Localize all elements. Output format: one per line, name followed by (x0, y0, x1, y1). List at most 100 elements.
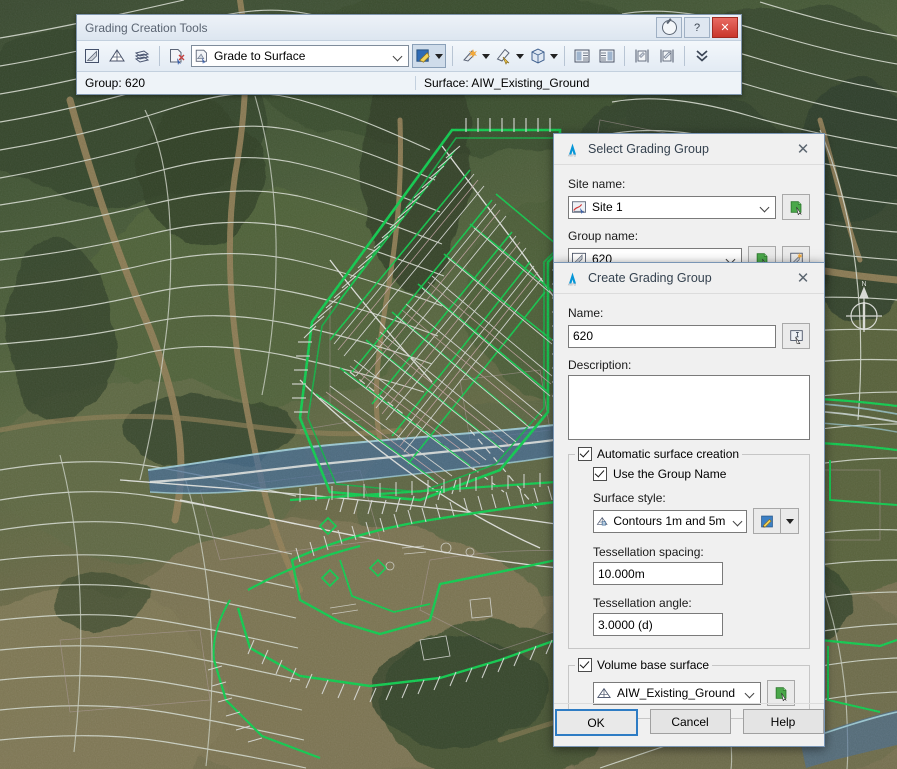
select-grading-group-dialog[interactable]: AUTO Select Grading Group ✕ Site name: S… (553, 133, 825, 283)
site-name-label: Site name: (568, 177, 626, 191)
svg-text:AUTO: AUTO (568, 154, 577, 157)
create-dialog-title-bar[interactable]: AUTO Create Grading Group ✕ (554, 263, 824, 294)
site-icon (572, 201, 586, 214)
delete-grading-icon[interactable] (656, 45, 678, 67)
create-grading-dropdown-arrow[interactable] (433, 45, 445, 67)
expand-icon[interactable] (691, 45, 713, 67)
automatic-surface-creation-group: Automatic surface creation Use the Group… (568, 447, 810, 649)
grading-creation-tools-toolbar[interactable]: Grading Creation Tools ? ✕ Grade to Surf… (76, 14, 742, 95)
toolbar-separator (624, 46, 625, 66)
volume-base-surface-label: Volume base surface (597, 658, 710, 672)
grading-volume-split[interactable] (527, 45, 558, 67)
toolbar-title: Grading Creation Tools (85, 20, 208, 35)
help-icon[interactable]: ? (684, 17, 710, 38)
description-label: Description: (568, 358, 632, 372)
select-grading-icon[interactable] (166, 45, 188, 67)
toolbar-separator (564, 46, 565, 66)
close-icon[interactable]: ✕ (788, 137, 818, 161)
pick-site-icon[interactable] (782, 194, 810, 220)
chevron-down-icon[interactable] (746, 689, 755, 698)
toolbar-separator (159, 46, 160, 66)
site-name-combo[interactable]: Site 1 (568, 195, 776, 219)
toolbar-window-buttons[interactable]: ? ✕ (656, 17, 738, 38)
chevron-down-icon[interactable] (761, 203, 770, 212)
group-name-label: Group name: (568, 229, 639, 243)
close-icon[interactable]: ✕ (712, 17, 738, 38)
name-label: Name: (568, 306, 604, 320)
triangle-down-icon[interactable] (516, 53, 524, 59)
grading-editor-icon[interactable] (527, 45, 549, 67)
create-grading-split-button[interactable] (412, 44, 446, 68)
close-icon[interactable]: ✕ (788, 266, 818, 290)
description-input[interactable] (568, 375, 810, 440)
surface-icon (597, 687, 611, 698)
site-name-row: Site 1 (568, 194, 810, 220)
dialog-divider (554, 703, 824, 704)
triangle-down-icon[interactable] (550, 53, 558, 59)
volume-base-surface-checkbox[interactable] (578, 658, 592, 672)
grading-volume-tools-icon[interactable] (571, 45, 593, 67)
edit-grading-icon[interactable] (631, 45, 653, 67)
edit-style-icon[interactable] (753, 508, 780, 534)
use-group-name-row[interactable]: Use the Group Name (593, 467, 799, 481)
select-surface-icon[interactable] (106, 45, 128, 67)
edit-style-dropdown-arrow[interactable] (780, 508, 799, 534)
name-row: 620 (568, 323, 810, 349)
select-dialog-title-bar[interactable]: AUTO Select Grading Group ✕ (554, 134, 824, 165)
roll-up-icon[interactable] (656, 17, 682, 38)
set-grading-group-icon[interactable] (81, 45, 103, 67)
svg-text:AUTO: AUTO (568, 283, 577, 286)
chevron-down-icon[interactable] (734, 517, 741, 526)
automatic-surface-creation-legend[interactable]: Automatic surface creation (575, 447, 743, 461)
chevron-down-icon[interactable] (394, 52, 403, 61)
volume-base-surface-legend[interactable]: Volume base surface (575, 658, 713, 672)
create-transition-split[interactable] (459, 45, 490, 67)
tessellation-spacing-label: Tessellation spacing: (593, 545, 704, 559)
surface-style-block: Surface style: Contours 1m and 5m (Desig (593, 491, 799, 636)
triangle-down-icon (785, 518, 794, 524)
toolbar-title-bar[interactable]: Grading Creation Tools ? ✕ (77, 15, 741, 40)
surface-style-icon (596, 516, 608, 526)
surface-style-value: Contours 1m and 5m (Desig (613, 514, 729, 528)
site-name-value: Site 1 (592, 200, 623, 214)
cancel-button[interactable]: Cancel (649, 709, 731, 734)
tessellation-angle-label: Tessellation angle: (593, 596, 692, 610)
create-infill-split[interactable] (493, 45, 524, 67)
autodesk-logo-icon: AUTO (563, 270, 581, 287)
volume-surface-value: AIW_Existing_Ground (617, 686, 736, 700)
status-surface: Surface: AIW_Existing_Ground (415, 76, 741, 90)
status-group: Group: 620 (85, 76, 146, 90)
create-grading-group-dialog[interactable]: AUTO Create Grading Group ✕ Name: 620 De… (553, 262, 825, 747)
create-infill-icon[interactable] (493, 45, 515, 67)
name-input[interactable]: 620 (568, 324, 776, 348)
automatic-surface-creation-checkbox[interactable] (578, 447, 592, 461)
automatic-surface-creation-label: Automatic surface creation (597, 447, 740, 461)
help-button[interactable]: Help (742, 709, 824, 734)
create-dialog-body: Name: 620 Description: Automatic surface… (554, 294, 824, 729)
create-grading-icon[interactable] (413, 45, 433, 67)
toolbar-separator (684, 46, 685, 66)
pick-name-icon[interactable] (782, 323, 810, 349)
triangle-down-icon[interactable] (482, 53, 490, 59)
triangle-down-icon (435, 53, 443, 59)
surface-style-row: Contours 1m and 5m (Desig (593, 508, 799, 534)
create-dialog-button-row: OK Cancel Help (554, 709, 824, 736)
create-transition-icon[interactable] (459, 45, 481, 67)
tessellation-spacing-input[interactable]: 10.000m (593, 562, 723, 585)
grading-command-combo[interactable]: Grade to Surface (191, 45, 409, 67)
grading-layers-icon[interactable] (131, 45, 153, 67)
pin-glyph (661, 20, 677, 35)
toolbar-separator (452, 46, 453, 66)
tessellation-angle-input[interactable]: 3.0000 (d) (593, 613, 723, 636)
ok-button[interactable]: OK (554, 709, 638, 736)
volume-surface-combo[interactable]: AIW_Existing_Ground (593, 681, 761, 705)
use-group-name-label: Use the Group Name (613, 467, 727, 481)
surface-style-combo[interactable]: Contours 1m and 5m (Desig (593, 509, 747, 533)
create-dialog-title: Create Grading Group (588, 271, 712, 285)
toolbar-button-row[interactable]: Grade to Surface (77, 40, 741, 71)
surface-style-label: Surface style: (593, 491, 666, 505)
grading-volume-report-icon[interactable] (596, 45, 618, 67)
use-group-name-checkbox[interactable] (593, 467, 607, 481)
select-dialog-title: Select Grading Group (588, 142, 709, 156)
edit-style-split-button[interactable] (753, 508, 799, 534)
